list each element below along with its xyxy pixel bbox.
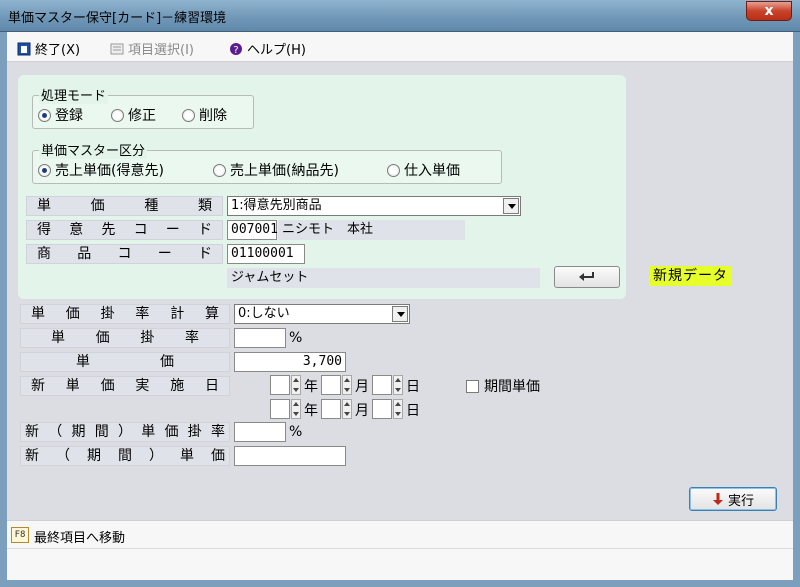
rate-calc-select[interactable]: 0:しない [234,304,410,324]
status-bar: F8 最終項目へ移動 [7,520,793,548]
date2-day-unit: 日 [406,403,420,419]
price-label: 単価 [20,352,230,372]
radio-register-dot [38,108,51,122]
radio-sales-delivery-label: 売上単価(納品先) [230,163,339,179]
date1-month-spinner[interactable] [321,375,353,395]
customer-code-label: 得意先コード [26,220,223,240]
menu-select-item[interactable]: 項目選択(I) [110,39,194,58]
radio-purchase-label: 仕入単価 [404,163,460,179]
radio-sales-delivery[interactable]: 売上単価(納品先) [213,160,339,180]
product-code-label: 商品コード [26,244,223,264]
execute-button[interactable]: 実行 [689,487,777,511]
price-type-select[interactable]: 1:得意先別商品 [227,196,521,216]
status-message: 最終項目へ移動 [34,531,126,546]
period-price-checkbox[interactable]: 期間単価 [466,376,540,396]
radio-sales-customer[interactable]: 売上単価(得意先) [38,160,164,180]
price-input[interactable]: 3,700 [234,352,346,372]
menu-select-item-label: 項目選択(I) [128,43,194,58]
period-price-checkbox-box[interactable] [466,379,479,393]
date2-year-spinner[interactable] [270,399,302,419]
chevron-down-icon[interactable] [392,306,408,322]
radio-modify-dot [111,108,124,122]
radio-delete-dot [182,108,195,122]
window-title: 単価マスター保守[カード]－練習環境 [8,11,227,26]
date1-day-spinner[interactable] [372,375,404,395]
period-rate-input[interactable] [234,422,286,442]
radio-sales-customer-dot [38,163,51,177]
rate-calc-value: 0:しない [238,306,290,321]
menu-help-label: ヘルプ(H) [247,43,306,58]
key-panel: 処理モード 登録 修正 削除 単価マスター区分 売上単価(得意先) 売上単価(納… [18,75,626,299]
period-price-label: 新（期間）単価 [20,446,230,466]
mode-legend: 処理モード [39,85,109,104]
date1-year-spinner[interactable] [270,375,302,395]
date2-month-spinner[interactable] [321,399,353,419]
menu-exit-label: 終了(X) [35,43,81,58]
period-price-input[interactable] [234,446,346,466]
period-rate-unit: % [289,424,303,440]
window-body: 終了(X) 項目選択(I) ? ヘルプ(H) 処理モード 登録 修正 削除 単価… [0,32,800,587]
close-button[interactable]: x [746,1,792,21]
period-rate-label: 新（期間）単価掛率 [20,422,230,442]
svg-text:?: ? [233,45,238,56]
price-type-label: 単価種類 [26,196,223,216]
category-legend: 単価マスター区分 [39,140,148,159]
f8-key-badge: F8 [11,527,29,543]
date2-day-spinner[interactable] [372,399,404,419]
radio-modify-label: 修正 [128,108,156,124]
new-price-date-label: 新単価実施日 [20,376,230,396]
help-icon: ? [230,42,242,56]
radio-sales-customer-label: 売上単価(得意先) [55,163,164,179]
price-type-value: 1:得意先別商品 [231,198,322,213]
customer-name: ニシモト 本社 [278,220,465,240]
period-price-checkbox-label: 期間単価 [484,379,540,395]
radio-delete[interactable]: 削除 [182,105,227,125]
mode-group: 処理モード 登録 修正 削除 [32,85,254,129]
enter-button[interactable] [554,266,620,288]
rate-label: 単価掛率 [20,328,230,348]
rate-unit: % [289,330,303,346]
enter-icon [579,272,594,281]
status-bar-secondary [7,548,793,580]
customer-code-input[interactable]: 007001 [227,220,278,240]
product-code-input[interactable]: 01100001 [227,244,305,264]
title-bar: 単価マスター保守[カード]－練習環境 x [0,0,800,32]
radio-sales-delivery-dot [213,163,226,177]
radio-purchase-dot [387,163,400,177]
rate-input[interactable] [234,328,286,348]
radio-register-label: 登録 [55,108,83,124]
date1-day-unit: 日 [406,379,420,395]
product-name: ジャムセット [227,268,540,288]
menu-exit[interactable]: 終了(X) [17,39,80,58]
date2-year-unit: 年 [304,403,318,419]
radio-delete-label: 削除 [199,108,227,124]
chevron-down-icon[interactable] [503,198,519,214]
exit-icon [17,42,31,55]
menu-bar: 終了(X) 項目選択(I) ? ヘルプ(H) [7,32,793,62]
arrow-down-icon [712,493,723,505]
date1-month-unit: 月 [355,379,369,395]
radio-modify[interactable]: 修正 [111,105,156,125]
radio-purchase[interactable]: 仕入単価 [387,160,460,180]
menu-help[interactable]: ? ヘルプ(H) [229,39,306,58]
new-data-badge: 新規データ [649,266,732,286]
date1-year-unit: 年 [304,379,318,395]
rate-calc-label: 単価掛率計算 [20,304,230,324]
radio-register[interactable]: 登録 [38,105,83,125]
list-icon [110,43,124,54]
execute-button-label: 実行 [727,493,754,509]
category-group: 単価マスター区分 売上単価(得意先) 売上単価(納品先) 仕入単価 [32,140,502,184]
date2-month-unit: 月 [355,403,369,419]
